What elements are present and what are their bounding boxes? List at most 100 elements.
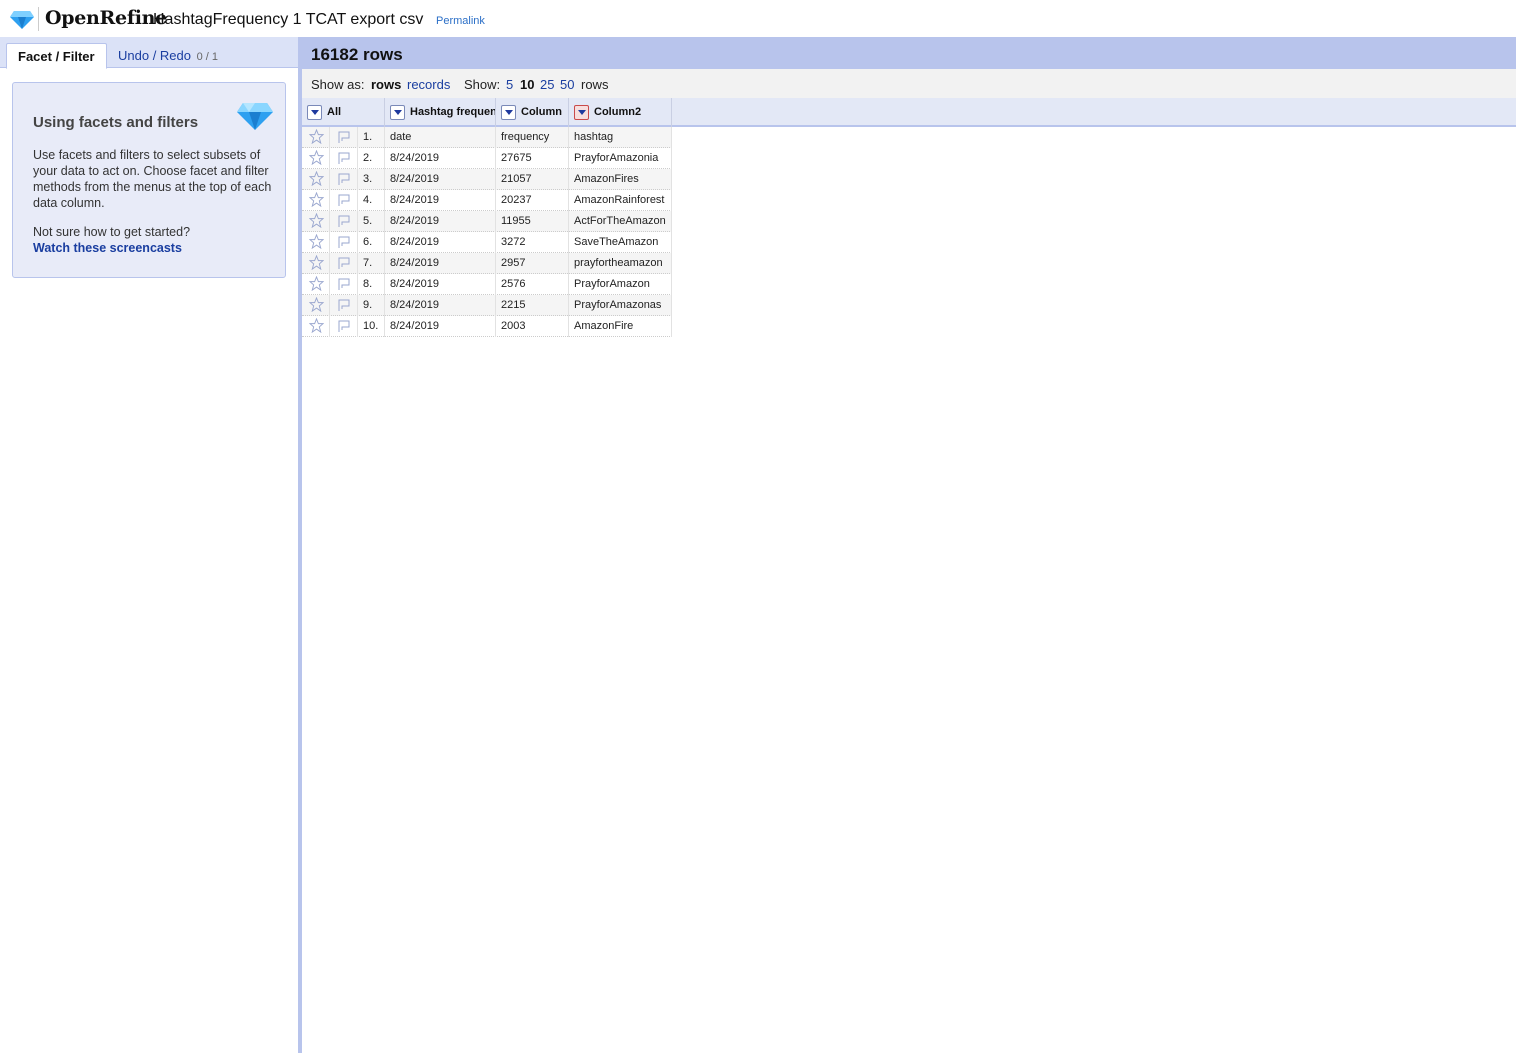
star-icon[interactable]: [309, 171, 324, 186]
tab-undo-redo-label: Undo / Redo: [118, 48, 191, 63]
star-icon[interactable]: [309, 213, 324, 228]
cell-hashtag[interactable]: PrayforAmazon: [569, 274, 672, 295]
dropdown-icon[interactable]: [390, 105, 405, 120]
cell-hashtag[interactable]: PrayforAmazonas: [569, 295, 672, 316]
table-row: 5. 8/24/2019 11955 ActForTheAmazon: [302, 211, 672, 232]
cell-date[interactable]: 8/24/2019: [385, 316, 496, 337]
table-row: 8. 8/24/2019 2576 PrayforAmazon: [302, 274, 672, 295]
star-icon[interactable]: [309, 255, 324, 270]
cell-date[interactable]: 8/24/2019: [385, 169, 496, 190]
cell-frequency[interactable]: 2576: [496, 274, 569, 295]
show-label: Show:: [464, 77, 501, 92]
column-header-column: Column: [496, 98, 569, 127]
cell-hashtag[interactable]: prayfortheamazon: [569, 253, 672, 274]
cell-date[interactable]: 8/24/2019: [385, 232, 496, 253]
cell-hashtag[interactable]: AmazonFires: [569, 169, 672, 190]
cell-hashtag[interactable]: hashtag: [569, 127, 672, 148]
right-panel: 16182 rows Show as: rows records Show: 5…: [302, 37, 1516, 1053]
star-icon[interactable]: [309, 234, 324, 249]
flag-icon[interactable]: [337, 151, 351, 165]
page-size-5[interactable]: 5: [506, 77, 513, 92]
star-icon[interactable]: [309, 192, 324, 207]
flag-icon[interactable]: [337, 235, 351, 249]
app-header: OpenRefine HashtagFrequency 1 TCAT expor…: [0, 0, 1516, 37]
view-options-bar: Show as: rows records Show: 5 10 25 50 r…: [302, 69, 1516, 98]
cell-hashtag[interactable]: SaveTheAmazon: [569, 232, 672, 253]
openrefine-diamond-icon[interactable]: [10, 10, 34, 30]
flag-cell: [330, 211, 358, 232]
column-name-column2[interactable]: Column2: [594, 106, 641, 118]
cell-date[interactable]: 8/24/2019: [385, 295, 496, 316]
flag-icon[interactable]: [337, 298, 351, 312]
app-brand[interactable]: OpenRefine: [45, 7, 167, 29]
facet-help-box: Using facets and filters Use facets and …: [12, 82, 286, 278]
row-number: 3.: [358, 169, 385, 190]
flag-cell: [330, 148, 358, 169]
column-name-hashtag-frequency[interactable]: Hashtag frequency: [410, 106, 495, 118]
data-table-body: 1. date frequency hashtag 2. 8/24/2019 27675 Pr…: [302, 127, 672, 337]
flag-icon[interactable]: [337, 214, 351, 228]
star-icon[interactable]: [309, 276, 324, 291]
dropdown-icon[interactable]: [307, 105, 322, 120]
cell-date[interactable]: 8/24/2019: [385, 190, 496, 211]
dropdown-icon[interactable]: [501, 105, 516, 120]
cell-hashtag[interactable]: ActForTheAmazon: [569, 211, 672, 232]
cell-frequency[interactable]: frequency: [496, 127, 569, 148]
star-icon[interactable]: [309, 150, 324, 165]
page-size-25[interactable]: 25: [540, 77, 554, 92]
cell-frequency[interactable]: 2003: [496, 316, 569, 337]
row-number: 1.: [358, 127, 385, 148]
cell-date[interactable]: 8/24/2019: [385, 148, 496, 169]
cell-frequency[interactable]: 2215: [496, 295, 569, 316]
show-as-label: Show as:: [311, 77, 365, 92]
cell-frequency[interactable]: 3272: [496, 232, 569, 253]
dropdown-icon[interactable]: [574, 105, 589, 120]
cell-hashtag[interactable]: AmazonFire: [569, 316, 672, 337]
cell-date[interactable]: 8/24/2019: [385, 253, 496, 274]
permalink-link[interactable]: Permalink: [436, 15, 485, 27]
star-cell: [302, 316, 330, 337]
diamond-icon: [237, 103, 273, 130]
row-number: 2.: [358, 148, 385, 169]
table-row: 10. 8/24/2019 2003 AmazonFire: [302, 316, 672, 337]
cell-frequency[interactable]: 11955: [496, 211, 569, 232]
show-as-rows[interactable]: rows: [371, 77, 401, 92]
data-table-header: All Hashtag frequency Column Column2: [302, 98, 1516, 127]
cell-date[interactable]: date: [385, 127, 496, 148]
row-number: 9.: [358, 295, 385, 316]
tab-undo-redo[interactable]: Undo / Redo 0 / 1: [107, 43, 229, 69]
help-title: Using facets and filters: [33, 114, 199, 131]
project-name[interactable]: HashtagFrequency 1 TCAT export csv: [153, 11, 423, 29]
table-row: 9. 8/24/2019 2215 PrayforAmazonas: [302, 295, 672, 316]
cell-hashtag[interactable]: AmazonRainforest: [569, 190, 672, 211]
flag-icon[interactable]: [337, 172, 351, 186]
row-number: 4.: [358, 190, 385, 211]
flag-icon[interactable]: [337, 130, 351, 144]
flag-cell: [330, 190, 358, 211]
show-as-records[interactable]: records: [407, 77, 450, 92]
flag-icon[interactable]: [337, 256, 351, 270]
star-icon[interactable]: [309, 297, 324, 312]
cell-frequency[interactable]: 21057: [496, 169, 569, 190]
tab-facet-filter[interactable]: Facet / Filter: [6, 43, 107, 69]
column-name-column[interactable]: Column: [521, 106, 562, 118]
flag-icon[interactable]: [337, 193, 351, 207]
cell-frequency[interactable]: 20237: [496, 190, 569, 211]
left-tabs-bar: Facet / Filter Undo / Redo 0 / 1: [0, 37, 298, 69]
screencasts-link[interactable]: Watch these screencasts: [33, 241, 182, 255]
flag-icon[interactable]: [337, 277, 351, 291]
flag-cell: [330, 232, 358, 253]
star-cell: [302, 274, 330, 295]
cell-frequency[interactable]: 2957: [496, 253, 569, 274]
column-header-column2: Column2: [569, 98, 672, 127]
page-size-10[interactable]: 10: [520, 77, 534, 92]
star-icon[interactable]: [309, 129, 324, 144]
cell-date[interactable]: 8/24/2019: [385, 274, 496, 295]
page-size-50[interactable]: 50: [560, 77, 574, 92]
cell-date[interactable]: 8/24/2019: [385, 211, 496, 232]
star-icon[interactable]: [309, 318, 324, 333]
cell-hashtag[interactable]: PrayforAmazonia: [569, 148, 672, 169]
help-question: Not sure how to get started?: [33, 225, 191, 239]
flag-icon[interactable]: [337, 319, 351, 333]
cell-frequency[interactable]: 27675: [496, 148, 569, 169]
